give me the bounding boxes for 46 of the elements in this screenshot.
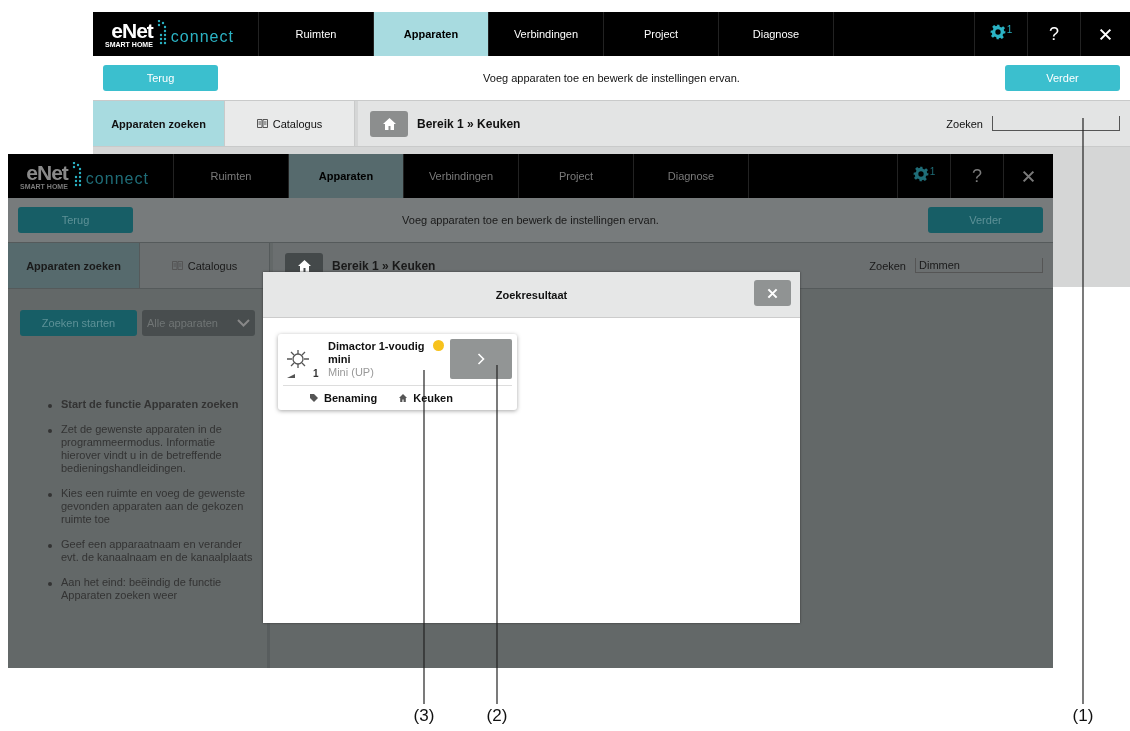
channel-number: 1	[313, 368, 319, 379]
panel-tab[interactable]: Catalogus	[225, 101, 355, 146]
panel-tab[interactable]: Apparaten zoeken	[93, 101, 225, 146]
dialog-title: Zoekresultaat	[495, 288, 568, 301]
logo-product: connect	[85, 170, 149, 188]
search-field[interactable]: Dimmen	[915, 258, 1043, 273]
bullet-icon	[48, 429, 52, 433]
panel-tab[interactable]: Apparaten zoeken	[8, 243, 140, 288]
settings-icon[interactable]	[989, 24, 1006, 40]
logo-product: connect	[170, 28, 234, 46]
logo-wordmark: eNet	[26, 162, 68, 183]
bullet-icon	[48, 544, 52, 548]
close-icon	[767, 287, 778, 299]
nav-tab[interactable]: Apparaten	[373, 12, 488, 56]
notification-count: 1	[1006, 24, 1013, 35]
bullet-icon	[48, 404, 52, 408]
device-name: Dimactor 1-voudig mini	[328, 340, 426, 366]
callout-label: (2)	[485, 706, 509, 726]
lamp-icon	[285, 347, 311, 379]
book-icon	[256, 119, 268, 128]
bullet-icon	[48, 493, 52, 497]
callout-label: (1)	[1071, 706, 1095, 726]
home-icon	[297, 259, 311, 272]
panel-tab[interactable]: Catalogus	[140, 243, 270, 288]
home-icon	[382, 117, 396, 130]
settings-icon[interactable]	[912, 166, 929, 182]
breadcrumb: Bereik 1 » Keuken	[332, 258, 437, 273]
book-icon	[171, 261, 183, 270]
tag-icon	[310, 394, 318, 402]
name-label: Benaming	[324, 392, 378, 404]
logo-wordmark: eNet	[111, 20, 153, 41]
home-icon	[399, 394, 408, 402]
instruction-text: Voeg apparaten toe en bewerk de instellingen ervan.	[402, 214, 659, 226]
search-label: Zoeken	[869, 259, 906, 272]
search-label: Zoeken	[946, 117, 983, 130]
bullet-icon	[48, 582, 52, 586]
notification-count: 1	[929, 166, 936, 177]
chevron-right-icon	[477, 353, 485, 365]
callout-label: (3)	[412, 706, 436, 726]
instruction-text: Voeg apparaten toe en bewerk de instellingen ervan.	[483, 72, 740, 84]
chevron-down-icon	[237, 319, 250, 327]
search-field[interactable]	[992, 116, 1120, 131]
close-button[interactable]	[754, 280, 791, 306]
device-type: Mini (UP)	[328, 366, 375, 379]
nav-tab[interactable]: Apparaten	[288, 154, 403, 198]
breadcrumb: Bereik 1 » Keuken	[417, 116, 522, 131]
